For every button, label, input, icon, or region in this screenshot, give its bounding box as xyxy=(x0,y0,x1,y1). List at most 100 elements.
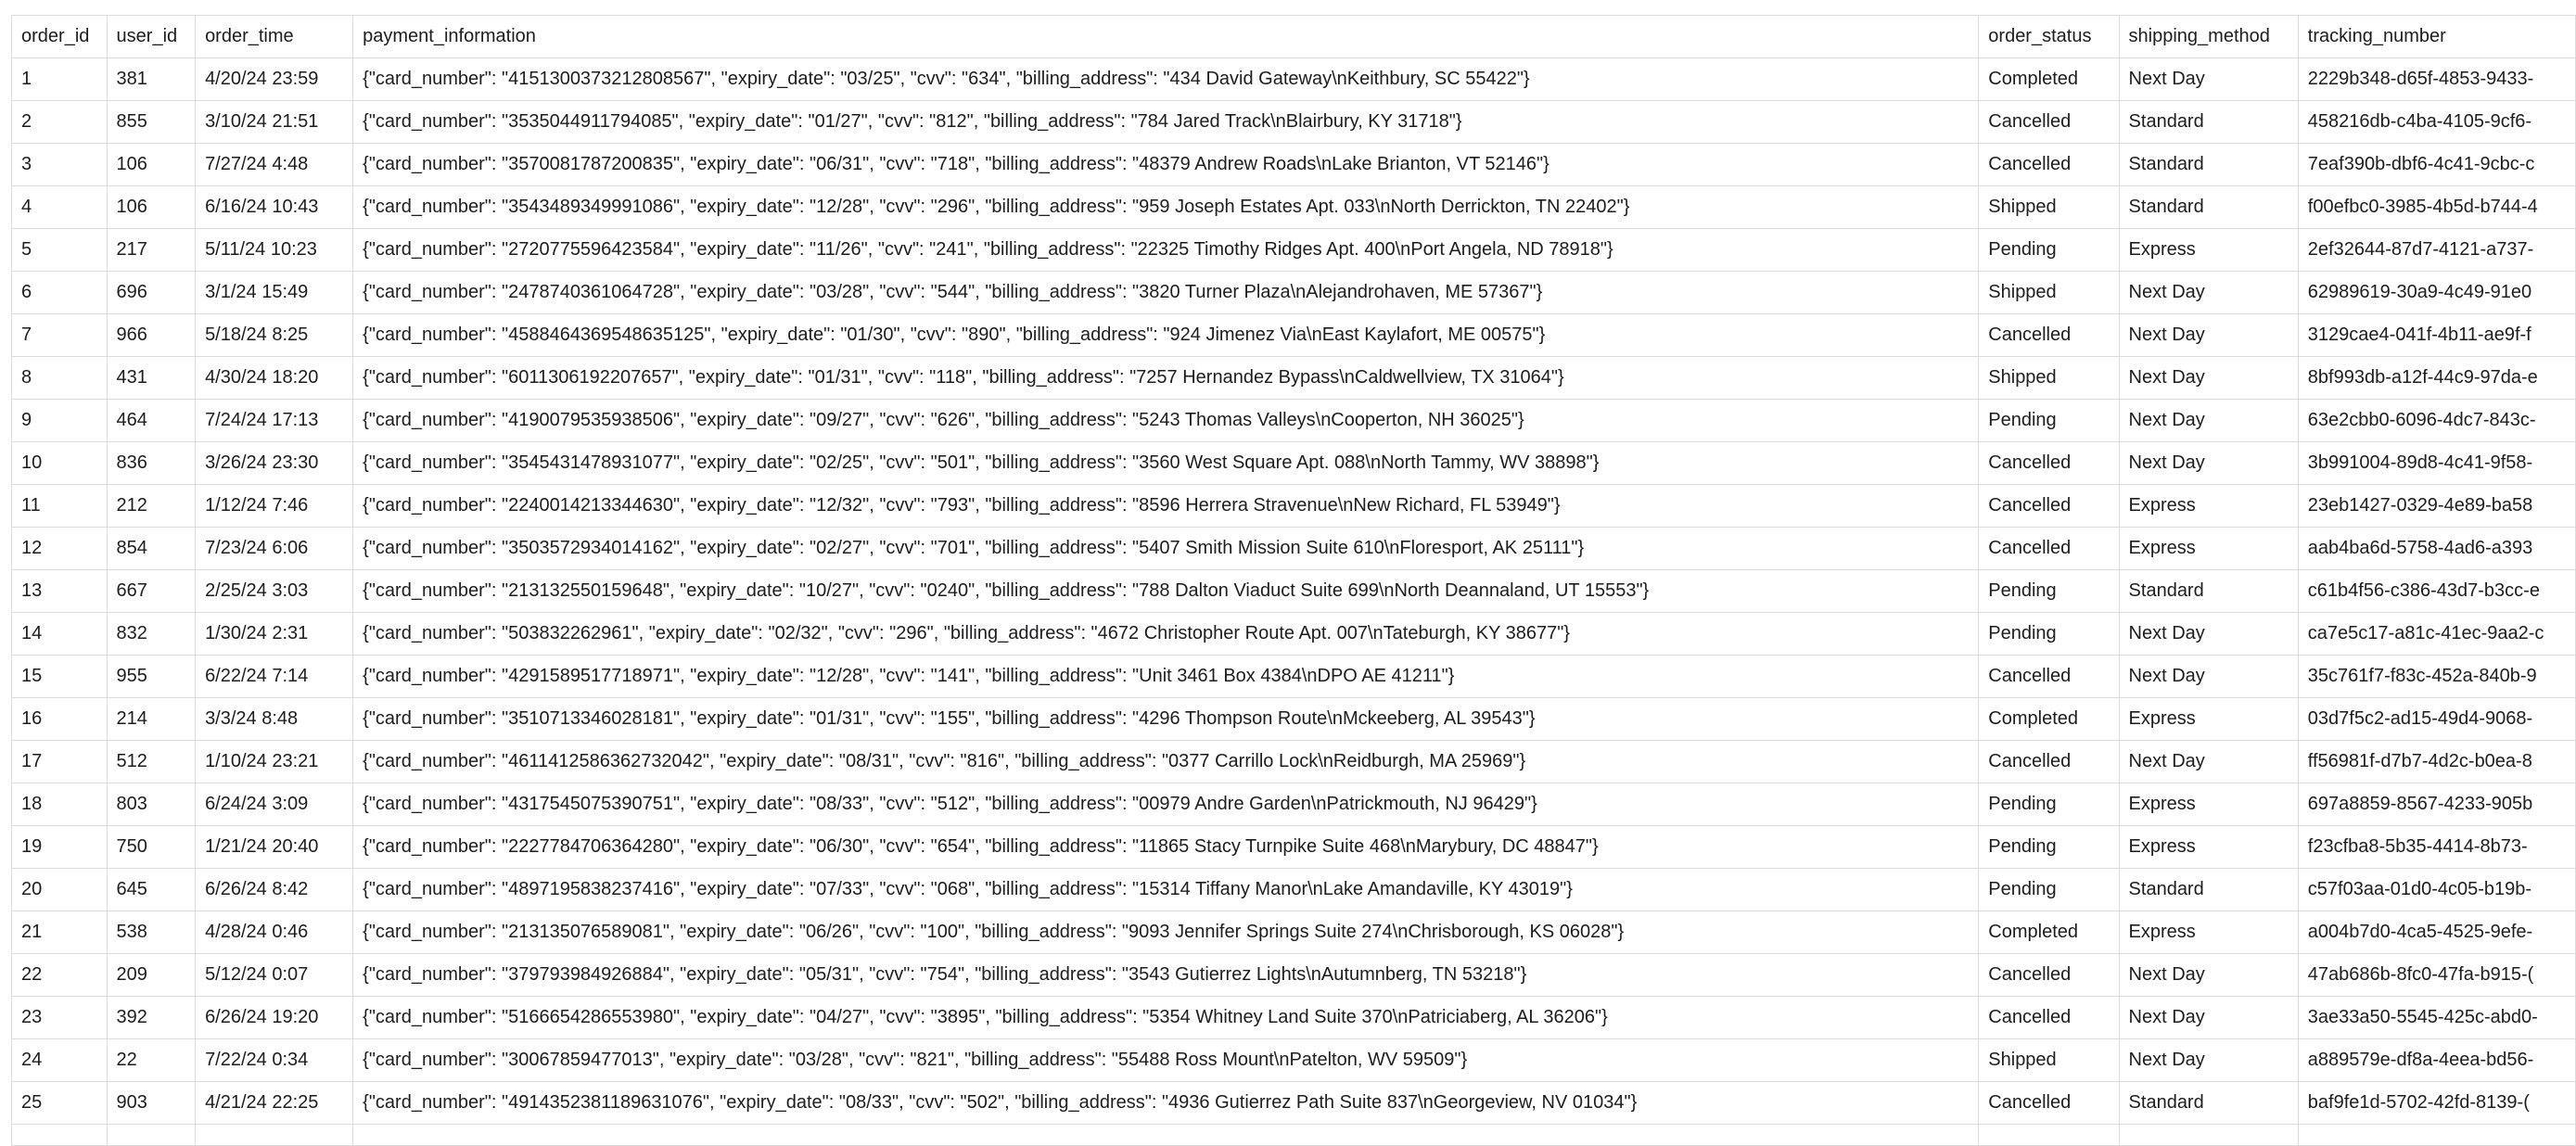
cell-order-id[interactable]: 7 xyxy=(11,313,108,357)
cell-order-time[interactable]: 5/12/24 0:07 xyxy=(195,953,354,997)
cell-order-status[interactable]: Cancelled xyxy=(1978,740,2120,783)
cell-tracking-number[interactable]: c57f03aa-01d0-4c05-b19b- xyxy=(2297,868,2576,911)
cell-payment-information[interactable]: {"card_number": "30067859477013", "expir… xyxy=(352,1038,1980,1082)
cell-user-id[interactable]: 106 xyxy=(106,185,197,229)
cell-order-id[interactable]: 10 xyxy=(11,441,108,485)
cell-order-time[interactable]: 1/12/24 7:46 xyxy=(195,484,354,528)
cell-user-id[interactable]: 903 xyxy=(106,1081,197,1125)
cell-order-status[interactable]: Cancelled xyxy=(1978,143,2120,186)
cell-order-status[interactable]: Pending xyxy=(1978,825,2120,869)
cell-user-id[interactable]: 212 xyxy=(106,484,197,528)
cell-user-id[interactable]: 803 xyxy=(106,783,197,826)
cell-shipping-method[interactable]: Standard xyxy=(2118,100,2299,144)
cell-payment-information[interactable]: {"card_number": "3510713346028181", "exp… xyxy=(352,697,1980,741)
cell-shipping-method[interactable]: Express xyxy=(2118,484,2299,528)
cell-payment-information[interactable]: {"card_number": "503832262961", "expiry_… xyxy=(352,612,1980,656)
cell-tracking-number[interactable]: 3129cae4-041f-4b11-ae9f-f xyxy=(2297,313,2576,357)
cell-order-status[interactable]: Cancelled xyxy=(1978,484,2120,528)
cell-order-id[interactable]: 1 xyxy=(11,57,108,101)
cell-tracking-number[interactable]: f23cfba8-5b35-4414-8b73- xyxy=(2297,825,2576,869)
cell-payment-information[interactable]: {"card_number": "4914352381189631076", "… xyxy=(352,1081,1980,1125)
cell-user-id[interactable]: 217 xyxy=(106,228,197,272)
cell-order-time[interactable]: 3/26/24 23:30 xyxy=(195,441,354,485)
column-header-order-id[interactable]: order_id xyxy=(11,15,108,58)
cell-user-id[interactable]: 538 xyxy=(106,910,197,954)
cell-payment-information[interactable]: {"card_number": "2478740361064728", "exp… xyxy=(352,271,1980,314)
cell-order-status[interactable]: Shipped xyxy=(1978,185,2120,229)
cell-order-id[interactable]: 21 xyxy=(11,910,108,954)
cell-order-status[interactable]: Cancelled xyxy=(1978,441,2120,485)
cell-payment-information[interactable]: {"card_number": "4291589517718971", "exp… xyxy=(352,655,1980,698)
cell-shipping-method[interactable]: Express xyxy=(2118,527,2299,570)
cell-user-id[interactable]: 854 xyxy=(106,527,197,570)
cell-order-time[interactable]: 3/10/24 21:51 xyxy=(195,100,354,144)
cell-order-status[interactable]: Cancelled xyxy=(1978,313,2120,357)
cell-order-time[interactable]: 4/30/24 18:20 xyxy=(195,356,354,400)
cell-shipping-method[interactable]: Next Day xyxy=(2118,356,2299,400)
cell-order-id[interactable]: 6 xyxy=(11,271,108,314)
cell-shipping-method[interactable]: Next Day xyxy=(2118,996,2299,1039)
cell-user-id[interactable]: 214 xyxy=(106,697,197,741)
cell-shipping-method[interactable]: Next Day xyxy=(2118,313,2299,357)
cell-payment-information[interactable] xyxy=(352,1124,1980,1146)
cell-tracking-number[interactable]: 23eb1427-0329-4e89-ba58 xyxy=(2297,484,2576,528)
cell-tracking-number[interactable]: 35c761f7-f83c-452a-840b-9 xyxy=(2297,655,2576,698)
cell-order-id[interactable]: 22 xyxy=(11,953,108,997)
cell-order-time[interactable]: 6/16/24 10:43 xyxy=(195,185,354,229)
table-row-partial[interactable] xyxy=(11,1124,2576,1146)
cell-user-id[interactable]: 966 xyxy=(106,313,197,357)
cell-shipping-method[interactable]: Express xyxy=(2118,697,2299,741)
cell-order-time[interactable]: 7/24/24 17:13 xyxy=(195,399,354,442)
cell-user-id[interactable]: 696 xyxy=(106,271,197,314)
table-row[interactable]: 2 855 3/10/24 21:51 {"card_number": "353504… xyxy=(11,100,2576,144)
cell-order-id[interactable]: 11 xyxy=(11,484,108,528)
cell-order-time[interactable]: 6/26/24 19:20 xyxy=(195,996,354,1039)
cell-payment-information[interactable]: {"card_number": "4317545075390751", "exp… xyxy=(352,783,1980,826)
cell-order-status[interactable]: Pending xyxy=(1978,228,2120,272)
cell-order-id[interactable]: 16 xyxy=(11,697,108,741)
cell-payment-information[interactable]: {"card_number": "5166654286553980", "exp… xyxy=(352,996,1980,1039)
cell-payment-information[interactable]: {"card_number": "4151300373212808567", "… xyxy=(352,57,1980,101)
cell-payment-information[interactable]: {"card_number": "213135076589081", "expi… xyxy=(352,910,1980,954)
cell-shipping-method[interactable]: Express xyxy=(2118,910,2299,954)
table-row[interactable]: 6 696 3/1/24 15:49 {"card_number": "2478740… xyxy=(11,271,2576,314)
table-row[interactable]: 5 217 5/11/24 10:23 {"card_number": "272077… xyxy=(11,228,2576,272)
cell-order-status[interactable]: Cancelled xyxy=(1978,100,2120,144)
cell-order-status[interactable]: Pending xyxy=(1978,868,2120,911)
cell-order-status[interactable] xyxy=(1978,1124,2120,1146)
table-row[interactable]: 4 106 6/16/24 10:43 {"card_number": "354348… xyxy=(11,185,2576,229)
cell-tracking-number[interactable]: 47ab686b-8fc0-47fa-b915-( xyxy=(2297,953,2576,997)
cell-order-id[interactable]: 8 xyxy=(11,356,108,400)
cell-shipping-method[interactable]: Next Day xyxy=(2118,1038,2299,1082)
cell-order-id[interactable] xyxy=(11,1124,108,1146)
cell-user-id[interactable]: 836 xyxy=(106,441,197,485)
cell-order-time[interactable]: 1/30/24 2:31 xyxy=(195,612,354,656)
cell-shipping-method[interactable]: Next Day xyxy=(2118,953,2299,997)
cell-user-id[interactable]: 381 xyxy=(106,57,197,101)
cell-tracking-number[interactable]: 7eaf390b-dbf6-4c41-9cbc-c xyxy=(2297,143,2576,186)
cell-tracking-number[interactable]: aab4ba6d-5758-4ad6-a393 xyxy=(2297,527,2576,570)
cell-order-time[interactable]: 3/1/24 15:49 xyxy=(195,271,354,314)
table-row[interactable]: 17 512 1/10/24 23:21 {"card_number": "46114… xyxy=(11,740,2576,783)
cell-order-id[interactable]: 20 xyxy=(11,868,108,911)
cell-order-id[interactable]: 12 xyxy=(11,527,108,570)
cell-order-time[interactable] xyxy=(195,1124,354,1146)
cell-order-time[interactable]: 7/23/24 6:06 xyxy=(195,527,354,570)
cell-order-time[interactable]: 7/22/24 0:34 xyxy=(195,1038,354,1082)
column-header-order-time[interactable]: order_time xyxy=(195,15,354,58)
cell-tracking-number[interactable]: a004b7d0-4ca5-4525-9efe- xyxy=(2297,910,2576,954)
cell-order-status[interactable]: Completed xyxy=(1978,57,2120,101)
column-header-order-status[interactable]: order_status xyxy=(1978,15,2120,58)
table-row[interactable]: 23 392 6/26/24 19:20 {"card_number": "51666… xyxy=(11,996,2576,1039)
table-row[interactable]: 21 538 4/28/24 0:46 {"card_number": "213135… xyxy=(11,910,2576,954)
cell-tracking-number[interactable] xyxy=(2297,1124,2576,1146)
cell-shipping-method[interactable]: Standard xyxy=(2118,143,2299,186)
cell-tracking-number[interactable]: ca7e5c17-a81c-41ec-9aa2-c xyxy=(2297,612,2576,656)
cell-order-time[interactable]: 1/21/24 20:40 xyxy=(195,825,354,869)
cell-payment-information[interactable]: {"card_number": "4190079535938506", "exp… xyxy=(352,399,1980,442)
table-row[interactable]: 1 381 4/20/24 23:59 {"card_number": "415130… xyxy=(11,57,2576,101)
cell-order-id[interactable]: 18 xyxy=(11,783,108,826)
cell-tracking-number[interactable]: 2ef32644-87d7-4121-a737- xyxy=(2297,228,2576,272)
cell-order-id[interactable]: 15 xyxy=(11,655,108,698)
cell-order-time[interactable]: 4/28/24 0:46 xyxy=(195,910,354,954)
